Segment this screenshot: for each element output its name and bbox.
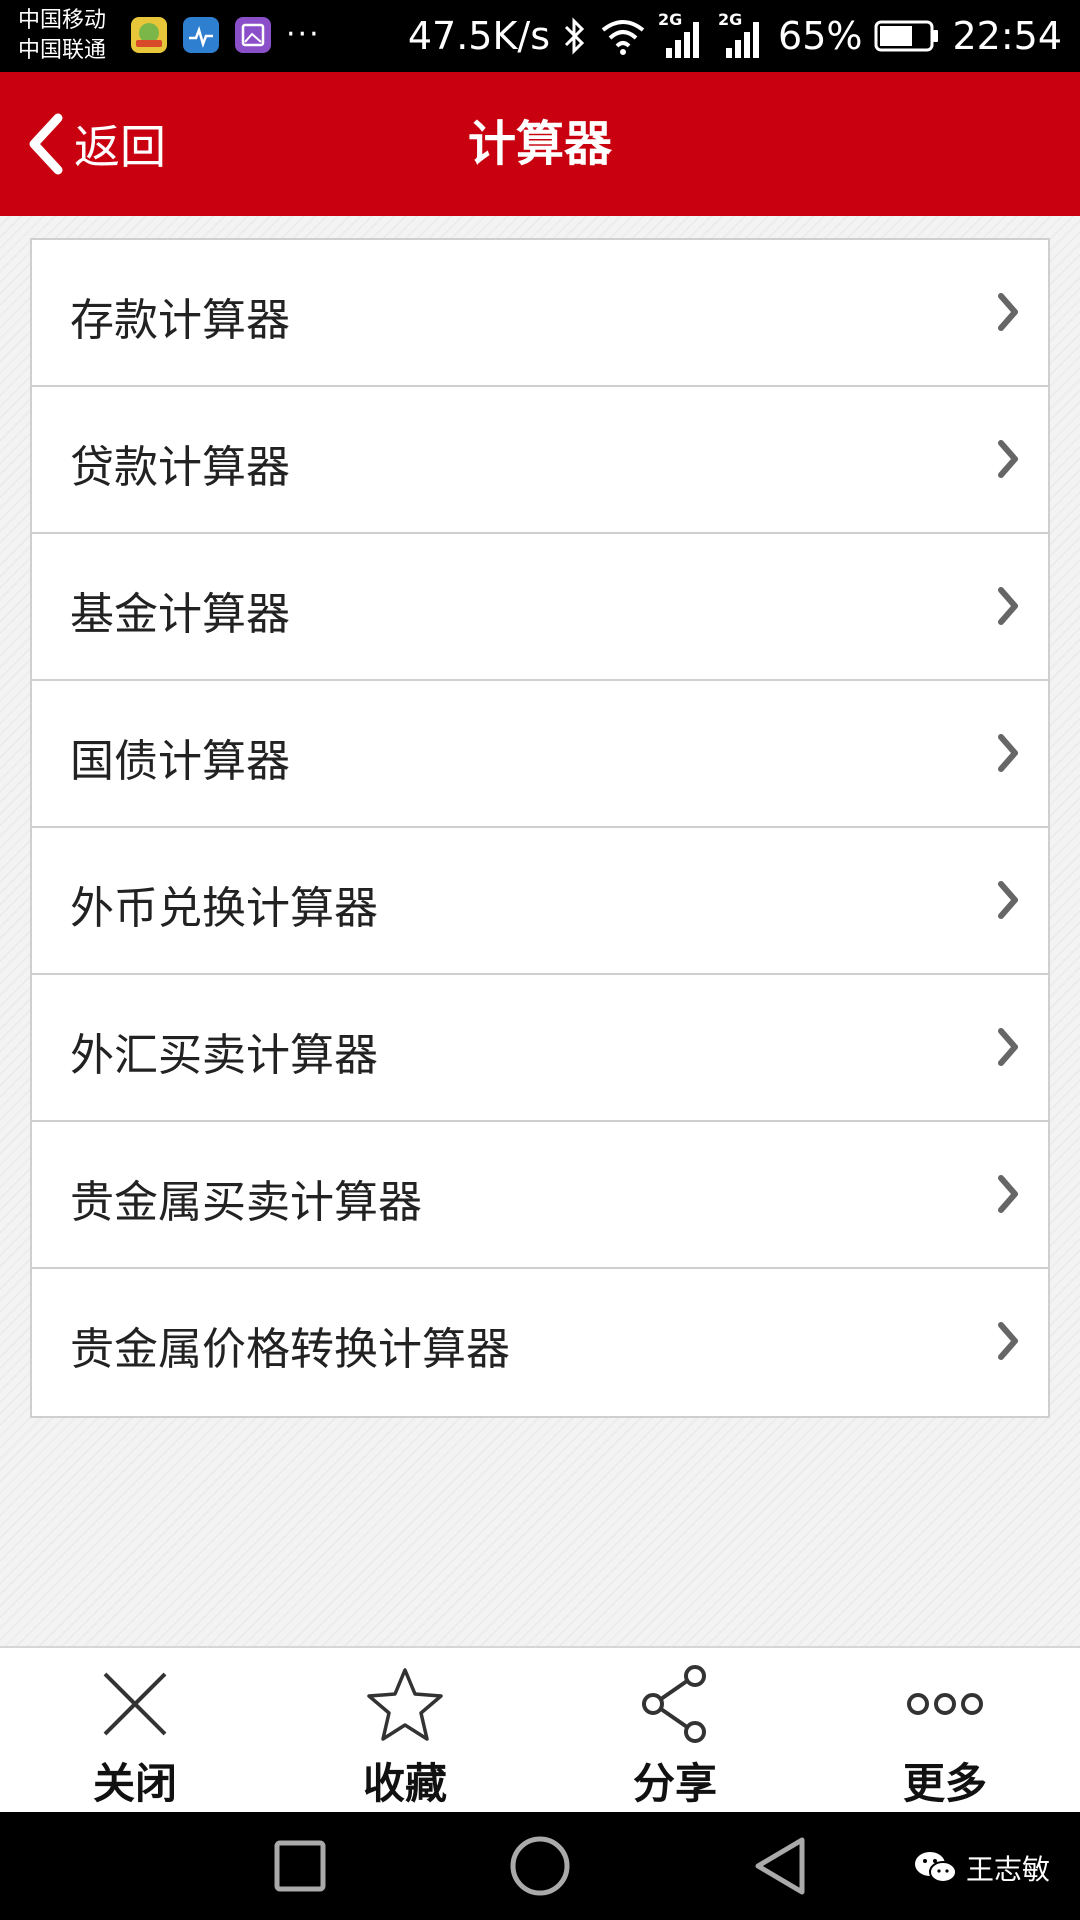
bluetooth-icon (564, 17, 585, 55)
list-item-forex-trading-calculator[interactable]: 外汇买卖计算器 (32, 975, 1048, 1122)
carrier-info: 中国移动 中国联通 (18, 6, 106, 66)
favorite-label: 收藏 (362, 1759, 447, 1808)
network-speed: 47.5K/s (407, 14, 551, 58)
share-label: 分享 (632, 1759, 717, 1808)
battery-icon (874, 20, 939, 52)
signal-bars-icon (666, 22, 700, 58)
clock: 22:54 (952, 14, 1062, 58)
content-area: 存款计算器 贷款计算器 基金计算器 国债计算器 外币兑换计算器 外汇买卖计算器 (0, 216, 1080, 1646)
title-bar: 计算器 返回 (0, 72, 1080, 216)
chevron-right-icon (998, 1322, 1018, 1360)
chevron-right-icon (998, 440, 1018, 478)
list-item-currency-exchange-calculator[interactable]: 外币兑换计算器 (32, 828, 1048, 975)
more-dots-icon (907, 1693, 983, 1715)
list-item-label: 贷款计算器 (70, 442, 290, 493)
navigation-bar: 王志敏 (0, 1812, 1080, 1920)
status-bar: 中国移动 中国联通 ··· 47.5K/s 2G 2G 65% 22:54 (0, 0, 1080, 72)
chevron-right-icon (998, 293, 1018, 331)
list-item-loan-calculator[interactable]: 贷款计算器 (32, 387, 1048, 534)
carrier-2: 中国联通 (18, 38, 107, 63)
wechat-icon (914, 1852, 957, 1883)
status-right: 47.5K/s 2G 2G 65% 22:54 (408, 0, 1062, 72)
list-item-fund-calculator[interactable]: 基金计算器 (32, 534, 1048, 681)
close-label: 关闭 (92, 1759, 177, 1808)
star-icon (367, 1668, 443, 1741)
list-item-label: 存款计算器 (70, 295, 290, 346)
carrier-1: 中国移动 (18, 8, 107, 33)
chevron-right-icon (998, 1175, 1018, 1213)
square-icon[interactable] (274, 1834, 326, 1898)
list-item-precious-metal-price-calculator[interactable]: 贵金属价格转换计算器 (32, 1269, 1048, 1416)
action-bar: 关闭 收藏 分享 更多 (0, 1646, 1080, 1812)
close-button[interactable]: 关闭 (0, 1648, 270, 1812)
chevron-right-icon (998, 1028, 1018, 1066)
watermark-text: 王志敏 (965, 1853, 1050, 1886)
signal-indicator-1: 2G (658, 10, 706, 60)
back-label: 返回 (74, 120, 166, 174)
notification-icons: ··· (130, 16, 321, 54)
battery-percent: 65% (778, 14, 863, 58)
gallery-app-icon (235, 17, 271, 53)
chevron-right-icon (998, 734, 1018, 772)
list-item-label: 贵金属价格转换计算器 (70, 1324, 510, 1375)
list-item-label: 贵金属买卖计算器 (70, 1177, 422, 1228)
chevron-right-icon (998, 587, 1018, 625)
health-app-icon (183, 17, 219, 53)
signal-indicator-2: 2G (718, 10, 766, 60)
close-icon (103, 1672, 167, 1736)
list-item-precious-metal-trading-calculator[interactable]: 贵金属买卖计算器 (32, 1122, 1048, 1269)
wifi-icon (601, 20, 645, 55)
list-item-label: 外汇买卖计算器 (70, 1030, 378, 1081)
list-item-deposit-calculator[interactable]: 存款计算器 (32, 240, 1048, 387)
list-item-bond-calculator[interactable]: 国债计算器 (32, 681, 1048, 828)
app-notification-icon (131, 17, 167, 53)
list-item-label: 国债计算器 (70, 736, 290, 787)
list-item-label: 基金计算器 (70, 589, 290, 640)
chevron-left-icon (29, 113, 63, 175)
share-icon (642, 1665, 706, 1743)
screen: 中国移动 中国联通 ··· 47.5K/s 2G 2G 65% 22:54 计算… (0, 0, 1080, 1920)
chevron-right-icon (998, 881, 1018, 919)
favorite-button[interactable]: 收藏 (270, 1648, 540, 1812)
circle-icon[interactable] (508, 1834, 572, 1898)
signal-bars-icon (726, 22, 760, 58)
share-button[interactable]: 分享 (540, 1648, 810, 1812)
back-button[interactable]: 返回 (24, 108, 166, 180)
more-label: 更多 (902, 1759, 987, 1808)
more-notifications-indicator: ··· (286, 17, 321, 52)
calculator-list: 存款计算器 贷款计算器 基金计算器 国债计算器 外币兑换计算器 外汇买卖计算器 (30, 238, 1050, 1418)
list-item-label: 外币兑换计算器 (70, 883, 378, 934)
triangle-back-icon[interactable] (752, 1834, 808, 1898)
watermark: 王志敏 (914, 1848, 1050, 1888)
more-button[interactable]: 更多 (810, 1648, 1080, 1812)
